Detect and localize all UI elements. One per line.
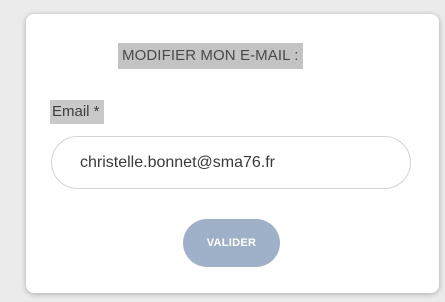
email-input[interactable]: [51, 136, 411, 189]
email-label: Email *: [50, 100, 104, 124]
form-title: MODIFIER MON E-MAIL :: [118, 43, 303, 69]
validate-button[interactable]: VALIDER: [183, 219, 280, 267]
email-form-card: MODIFIER MON E-MAIL : Email * VALIDER: [26, 14, 439, 293]
